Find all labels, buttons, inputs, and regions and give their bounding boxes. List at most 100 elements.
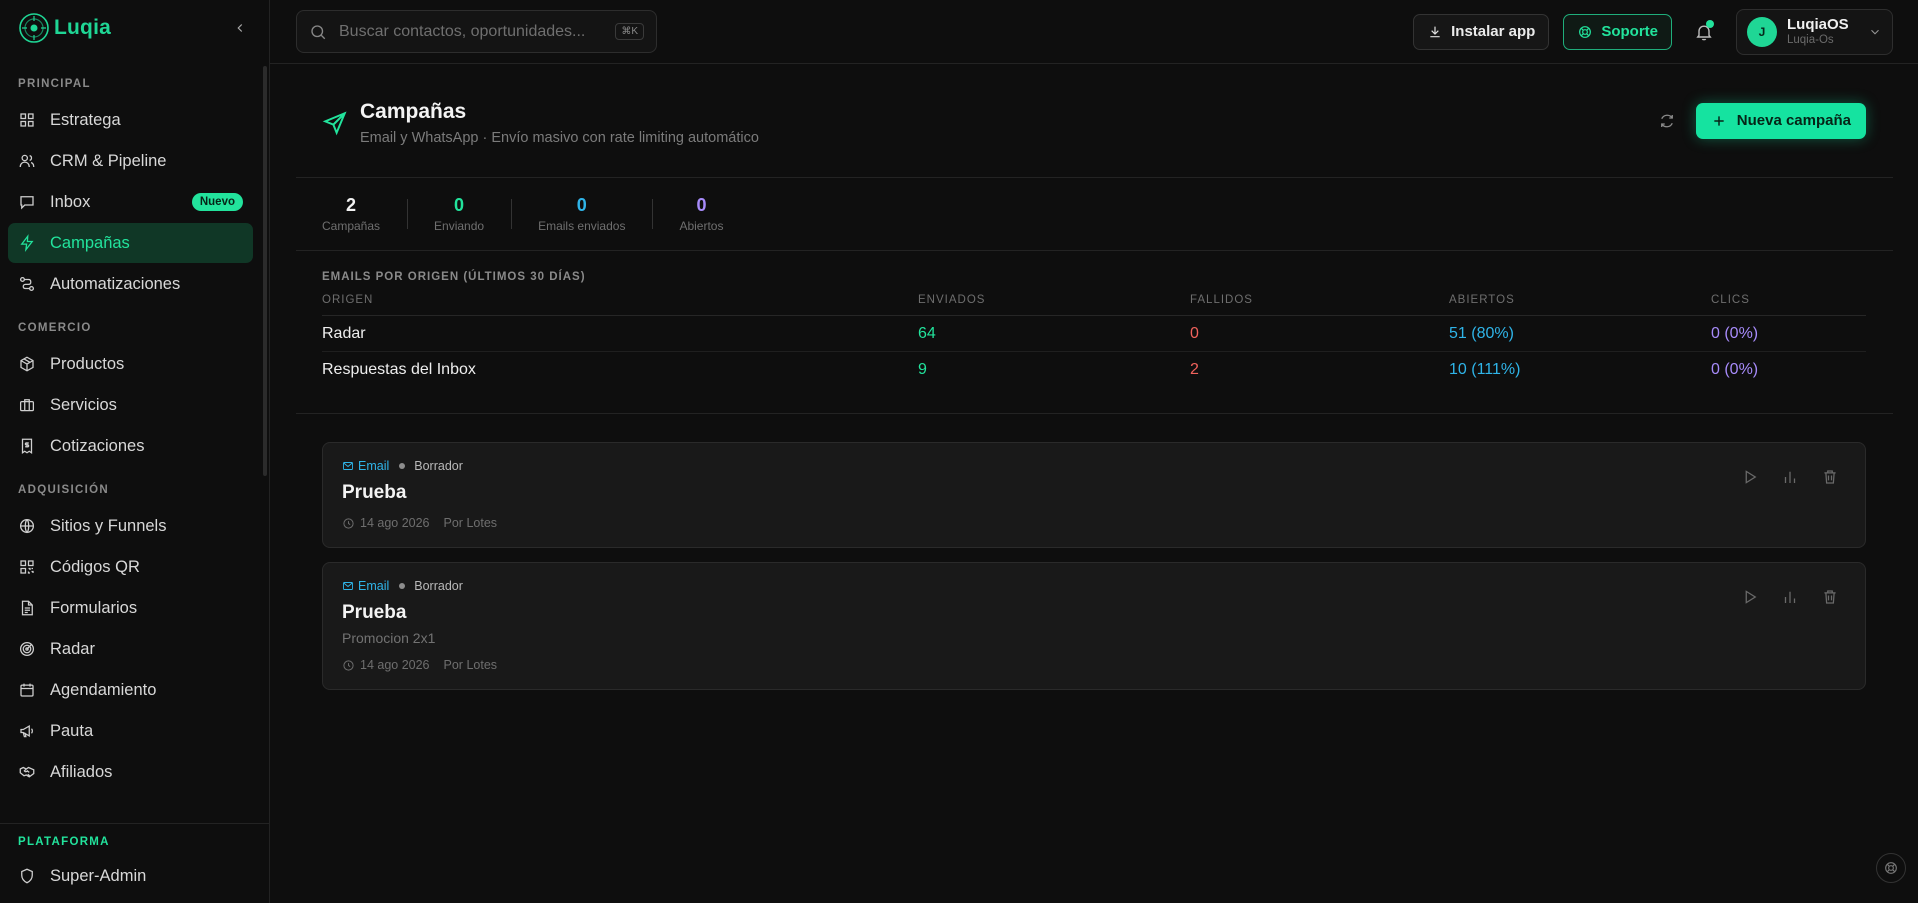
delete-campaign-button[interactable]	[1821, 588, 1839, 606]
sidebar-item-label: Campañas	[50, 233, 130, 252]
user-info: LuqiaOS Luqia-Os	[1787, 16, 1858, 46]
campaign-card[interactable]: Email Borrador Prueba Promocion 2x1 14 a…	[322, 562, 1866, 690]
sidebar-item-cotizaciones[interactable]: Cotizaciones	[8, 426, 253, 466]
delete-campaign-button[interactable]	[1821, 468, 1839, 486]
notification-dot	[1706, 19, 1714, 28]
send-icon	[322, 110, 347, 135]
stats-bar: 2 Campañas 0 Enviando 0 Emails enviados 0 Abier…	[296, 178, 1893, 251]
help-button[interactable]	[1876, 853, 1906, 883]
stat-label: Enviando	[434, 219, 485, 233]
campaign-card[interactable]: Email Borrador Prueba 14 ago 2026 Por Lo…	[322, 442, 1866, 548]
trash-icon	[1824, 470, 1836, 484]
sidebar-item-label: Agendamiento	[50, 680, 157, 699]
download-icon	[1430, 26, 1440, 37]
cell-origin: Radar	[322, 315, 918, 352]
user-name: LuqiaOS	[1787, 16, 1849, 34]
sidebar-item-pauta[interactable]: Pauta	[8, 711, 253, 751]
install-app-button[interactable]: Instalar app	[1413, 13, 1550, 50]
stat-label: Campañas	[322, 219, 381, 233]
sidebar-item-label: Inbox	[50, 192, 91, 211]
sidebar-item-inbox[interactable]: Inbox Nuevo	[8, 182, 253, 222]
sidebar-item-label: Super-Admin	[50, 866, 147, 885]
sidebar-item-agendamiento[interactable]: Agendamiento	[8, 670, 253, 710]
new-campaign-label: Nueva campaña	[1736, 112, 1851, 129]
header-actions: Nueva campaña	[1654, 102, 1866, 139]
search-shortcut: ⌘K	[615, 23, 644, 40]
campaign-date: 14 ago 2026	[342, 658, 430, 672]
brand-name: Luqia	[54, 16, 111, 39]
sidebar-item-label: Sitios y Funnels	[50, 516, 167, 535]
sidebar-item-servicios[interactable]: Servicios	[8, 385, 253, 425]
user-org: Luqia-Os	[1787, 33, 1834, 46]
cell-opened: 10 (111%)	[1449, 361, 1521, 378]
stat-value: 2	[346, 195, 357, 215]
avatar: J	[1747, 16, 1777, 47]
workflow-icon	[19, 276, 35, 292]
handshake-icon	[19, 766, 35, 778]
user-menu[interactable]: J LuqiaOS Luqia-Os	[1736, 8, 1893, 55]
package-icon	[20, 356, 34, 372]
sidebar-item-productos[interactable]: Productos	[8, 344, 253, 384]
stat-item: 0 Abiertos	[652, 195, 750, 233]
message-icon	[20, 196, 34, 210]
section-label: PRINCIPAL	[18, 78, 91, 90]
channel-badge: Email	[342, 579, 389, 593]
sidebar-item-sitios-y-funnels[interactable]: Sitios y Funnels	[8, 506, 253, 546]
sidebar-item-afiliados[interactable]: Afiliados	[8, 752, 253, 792]
sidebar-item-super-admin[interactable]: Super-Admin	[8, 856, 253, 896]
new-campaign-button[interactable]: Nueva campaña	[1695, 102, 1866, 139]
date-label: 14 ago 2026	[360, 516, 430, 530]
campaign-stats-button[interactable]	[1781, 588, 1799, 606]
refresh-icon	[1660, 114, 1673, 127]
luqia-logo-icon	[19, 13, 49, 43]
support-button[interactable]: Soporte	[1563, 13, 1672, 50]
emails-by-origin: EMAILS POR ORIGEN (ÚLTIMOS 30 DÍAS) ORIG…	[296, 251, 1893, 414]
campaign-footer: 14 ago 2026 Por Lotes	[342, 658, 1846, 672]
channel-badge: Email	[342, 459, 389, 473]
stat-label: Emails enviados	[538, 219, 626, 233]
cell-clicks: 0 (0%)	[1711, 361, 1759, 378]
sidebar-section: ADQUISICIÓN Sitios y Funnels Códigos QR For…	[8, 484, 261, 792]
sidebar-item-label: Radar	[50, 639, 95, 658]
start-campaign-button[interactable]	[1741, 588, 1759, 606]
campaign-meta: Email Borrador	[342, 579, 1846, 593]
sidebar-item-crm-pipeline[interactable]: CRM & Pipeline	[8, 141, 253, 181]
sidebar-item-label: Cotizaciones	[50, 436, 145, 455]
notifications-button[interactable]	[1686, 14, 1722, 50]
campaign-stats-button[interactable]	[1781, 468, 1799, 486]
sidebar-item-formularios[interactable]: Formularios	[8, 588, 253, 628]
sidebar-item-estratega[interactable]: Estratega	[8, 100, 253, 140]
page-subtitle: Email y WhatsApp · Envío masivo con rate…	[360, 129, 759, 146]
column-header: ORIGEN	[322, 294, 918, 316]
section-label: COMERCIO	[18, 322, 92, 334]
start-campaign-button[interactable]	[1741, 468, 1759, 486]
sidebar-item-radar[interactable]: Radar	[8, 629, 253, 669]
table-header-row: ORIGEN ENVIADOS FALLIDOS ABIERTOS CLICS	[322, 294, 1866, 316]
sidebar-item-label: CRM & Pipeline	[50, 151, 167, 170]
sidebar-item-label: Estratega	[50, 110, 121, 129]
collapse-sidebar-button[interactable]	[229, 17, 251, 39]
campaign-title: Prueba	[342, 482, 407, 503]
brand[interactable]: Luqia	[18, 12, 111, 44]
table-body: Radar 64 0 51 (80%) 0 (0%) Respuestas del Inb…	[322, 315, 1866, 388]
channel-label: Email	[358, 459, 390, 473]
status-badge: Borrador	[399, 579, 463, 593]
cell-clicks: 0 (0%)	[1711, 315, 1866, 352]
clock-icon	[343, 517, 354, 529]
cell-failed: 2	[1190, 361, 1199, 378]
chevron-down-icon	[1871, 29, 1879, 34]
install-app-label: Instalar app	[1451, 23, 1536, 40]
refresh-button[interactable]	[1654, 108, 1680, 134]
cell-sent: 64	[918, 315, 1190, 352]
sidebar-item-label: Formularios	[50, 598, 138, 617]
topbar-actions: Instalar app Soporte J LuqiaOS Luqia-Os	[1413, 8, 1893, 55]
sidebar-scrollbar[interactable]	[263, 66, 267, 476]
sidebar-item-campanas[interactable]: Campañas	[8, 223, 253, 263]
search-placeholder: Buscar contactos, oportunidades...	[339, 22, 586, 40]
sidebar-item-codigos-qr[interactable]: Códigos QR	[8, 547, 253, 587]
table-row: Respuestas del Inbox 9 2 10 (111%) 0 (0%)	[322, 352, 1866, 388]
column-header: CLICS	[1711, 294, 1866, 316]
sidebar-item-automatizaciones[interactable]: Automatizaciones	[8, 264, 253, 304]
search-input[interactable]: Buscar contactos, oportunidades... ⌘K	[296, 10, 657, 53]
campaign-title: Prueba	[342, 602, 407, 623]
